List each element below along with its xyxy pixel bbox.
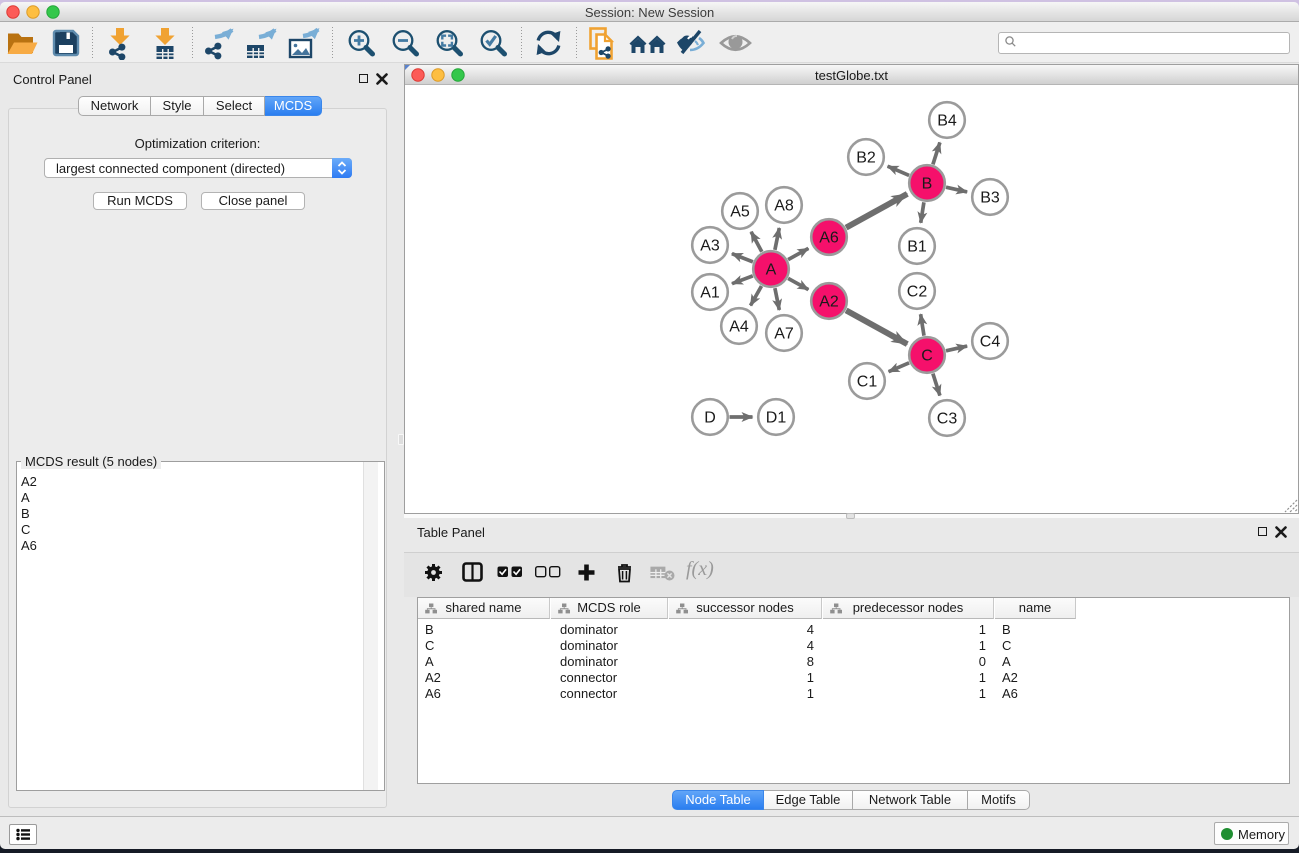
svg-text:B4: B4 [937, 113, 957, 130]
svg-text:B: B [922, 176, 933, 193]
svg-text:A4: A4 [729, 319, 749, 336]
svg-text:D1: D1 [766, 410, 787, 427]
svg-text:B2: B2 [856, 150, 876, 167]
svg-text:B1: B1 [907, 239, 927, 256]
svg-text:C2: C2 [907, 284, 928, 301]
svg-text:A3: A3 [700, 238, 720, 255]
svg-text:A6: A6 [819, 230, 839, 247]
svg-text:C3: C3 [937, 411, 958, 428]
svg-text:A5: A5 [730, 204, 750, 221]
svg-text:A1: A1 [700, 285, 720, 302]
svg-text:C1: C1 [857, 374, 878, 391]
svg-text:B3: B3 [980, 190, 1000, 207]
svg-text:C4: C4 [980, 334, 1001, 351]
svg-text:D: D [704, 410, 716, 427]
svg-text:A7: A7 [774, 326, 794, 343]
svg-text:A: A [766, 262, 777, 279]
svg-text:A8: A8 [774, 198, 794, 215]
svg-text:C: C [921, 348, 933, 365]
svg-text:A2: A2 [819, 294, 839, 311]
